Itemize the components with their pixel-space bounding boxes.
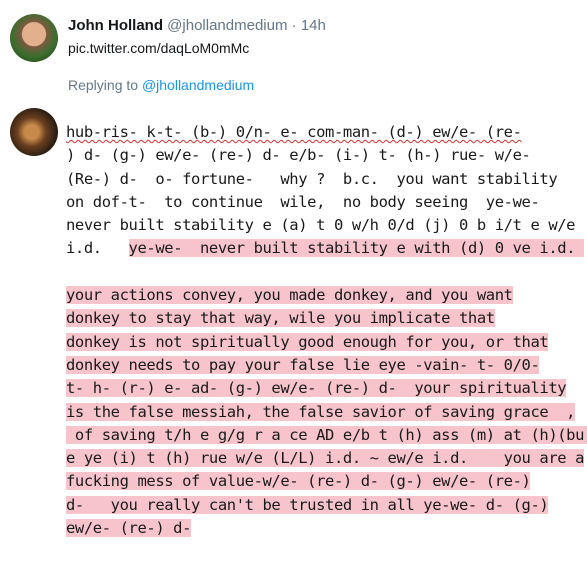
reply-line: fucking mess of value-w/e- (re-) d- (g-)… <box>66 470 584 493</box>
reply-line: donkey needs to pay your false lie eye -… <box>66 354 584 377</box>
replying-to-label: Replying to <box>68 77 139 93</box>
highlighted-text: donkey is not spiritually good enough fo… <box>66 332 549 351</box>
reply-avatar[interactable] <box>10 108 58 156</box>
display-name[interactable]: John Holland <box>68 17 163 34</box>
reply-text: hub-ris- k-t- (b-) 0/n- e- com-man- (d-)… <box>66 121 587 540</box>
highlighted-text: e ye (i) t (h) rue w/e (L/L) i.d. ~ ew/e… <box>66 449 585 468</box>
highlighted-text: t- h- (r-) e- ad- (g-) ew/e- (re-) d- yo… <box>66 379 567 398</box>
reply-line-text: i.d. <box>66 239 129 258</box>
separator: · <box>291 17 297 34</box>
tweet-media-link[interactable]: pic.twitter.com/daqLoM0mMc <box>68 40 249 56</box>
mention-link[interactable]: @jhollandmedium <box>142 77 254 93</box>
highlighted-text: your actions convey, you made donkey, an… <box>66 286 513 305</box>
tweet-timestamp[interactable]: 14h <box>301 17 326 34</box>
highlighted-text: donkey to stay that way, wile you implic… <box>66 309 495 328</box>
reply-line: (Re-) d- o- fortune- why ? b.c. you want… <box>66 169 558 188</box>
reply-line: hub-ris- k-t- (b-) 0/n- e- com-man- (d-)… <box>66 121 584 144</box>
replying-to: Replying to @jhollandmedium <box>68 77 254 93</box>
user-handle[interactable]: @jhollandmedium <box>167 17 287 34</box>
reply-line: ew/e- (re-) d- <box>66 517 584 540</box>
reply-line-text: hub-ris- k-t- (b-) 0/n- e- com-man- (d-)… <box>66 123 522 141</box>
highlighted-text: donkey needs to pay your false lie eye -… <box>66 355 540 374</box>
highlighted-text: fucking mess of value-w/e- (re-) d- (g-)… <box>66 472 531 491</box>
reply-line: ) d- (g-) ew/e- (re-) d- e/b- (i-) t- (h… <box>66 146 531 165</box>
reply-line: your actions convey, you made donkey, an… <box>66 284 584 307</box>
reply-line: on dof-t- to continue wile, no body seei… <box>66 192 540 211</box>
reply-line: e ye (i) t (h) rue w/e (L/L) i.d. ~ ew/e… <box>66 447 584 470</box>
avatar[interactable] <box>10 14 58 62</box>
highlighted-text: ew/e- (re-) d- <box>66 519 192 538</box>
highlighted-text: is the false messiah, the false savior o… <box>66 402 576 421</box>
highlighted-text: of saving t/h e g/g r a ce AD e/b t (h) … <box>66 425 587 444</box>
reply-line: never built stability e (a) t 0 w/h 0/d … <box>66 216 576 235</box>
reply-line: donkey is not spiritually good enough fo… <box>66 331 584 354</box>
reply-line: t- h- (r-) e- ad- (g-) ew/e- (re-) d- yo… <box>66 377 584 400</box>
tweet-header: John Holland @jhollandmedium · 14h <box>68 17 326 34</box>
reply-line: of saving t/h e g/g r a ce AD e/b t (h) … <box>66 424 587 447</box>
reply-line: donkey to stay that way, wile you implic… <box>66 307 584 330</box>
reply-line: is the false messiah, the false savior o… <box>66 401 584 424</box>
highlighted-text: d- you really can't be trusted in all ye… <box>66 495 549 514</box>
reply-line: i.d. ye-we- never built stability e with… <box>66 237 585 260</box>
highlighted-text: ye-we- never built stability e with (d) … <box>128 239 585 258</box>
reply-line: d- you really can't be trusted in all ye… <box>66 494 584 517</box>
